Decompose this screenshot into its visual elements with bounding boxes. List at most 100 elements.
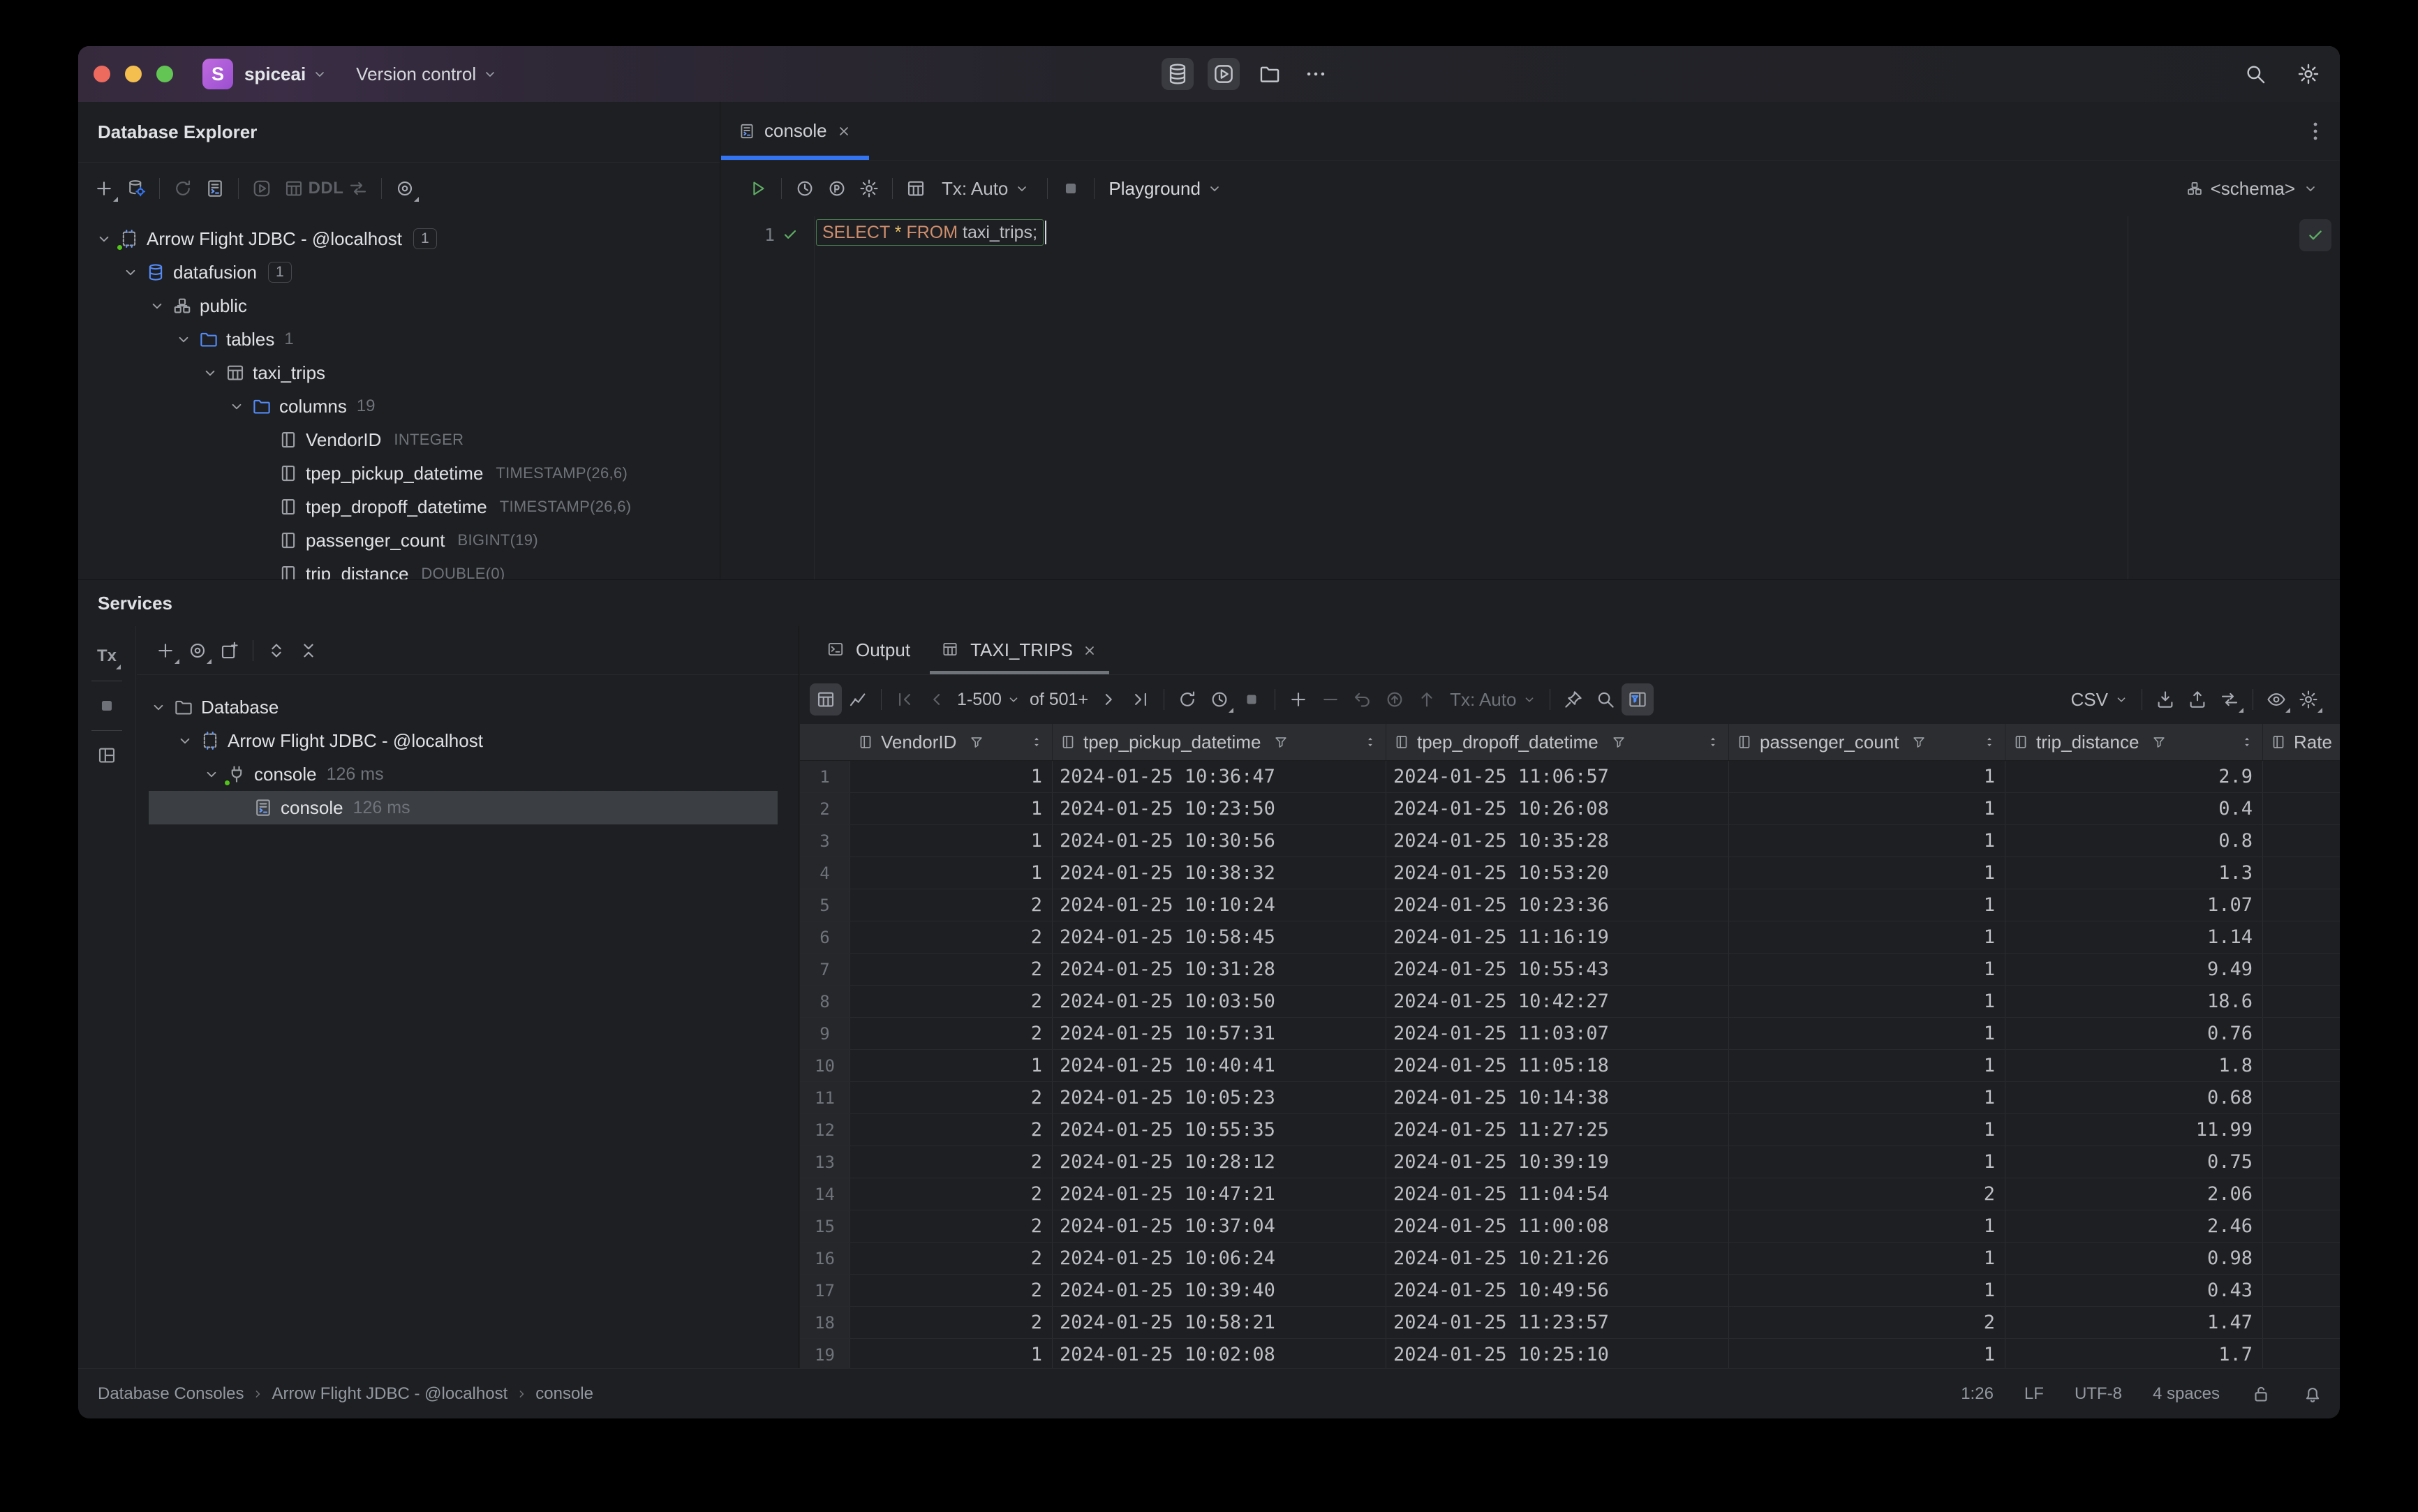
table-row[interactable]: 6 2 2024-01-25 10:58:45 2024-01-25 11:16:19…: [800, 921, 2340, 954]
table-cell[interactable]: 2: [850, 1082, 1053, 1113]
chevron-down-icon[interactable]: [228, 397, 246, 415]
new-console-button[interactable]: [199, 172, 231, 205]
table-cell[interactable]: 2024-01-25 10:31:28: [1053, 954, 1386, 985]
db-tree-item-columns[interactable]: columns 19: [78, 390, 720, 423]
table-cell[interactable]: 2024-01-25 10:58:45: [1053, 921, 1386, 953]
column-header-vendorid[interactable]: VendorID: [850, 724, 1053, 760]
table-cell[interactable]: 2.46: [2005, 1210, 2263, 1242]
table-cell[interactable]: 2.06: [2005, 1178, 2263, 1210]
table-cell[interactable]: 2024-01-25 11:03:07: [1386, 1018, 1729, 1049]
file-encoding[interactable]: UTF-8: [2075, 1384, 2122, 1404]
table-cell[interactable]: [2263, 986, 2340, 1017]
db-tree-item-public[interactable]: public: [78, 289, 720, 323]
table-cell[interactable]: 1: [1729, 1146, 2005, 1178]
project-logo[interactable]: S: [202, 59, 233, 89]
filter-funnel-icon[interactable]: [1273, 734, 1289, 750]
table-cell[interactable]: 1.14: [2005, 921, 2263, 953]
filter-funnel-icon[interactable]: [1611, 734, 1626, 750]
table-cell[interactable]: 1: [850, 857, 1053, 889]
stop-query-button[interactable]: [1236, 683, 1268, 716]
table-cell[interactable]: 2024-01-25 10:23:36: [1386, 889, 1729, 921]
tx-mode-selector[interactable]: Tx: Auto: [942, 178, 1030, 200]
tx-strip-button[interactable]: Tx: [91, 640, 123, 672]
table-cell[interactable]: 1: [850, 793, 1053, 824]
table-row[interactable]: 16 2 2024-01-25 10:06:24 2024-01-25 10:21:2…: [800, 1243, 2340, 1275]
expand-all-button[interactable]: [260, 635, 292, 667]
table-cell[interactable]: [2263, 825, 2340, 857]
close-icon[interactable]: [1081, 642, 1098, 659]
table-cell[interactable]: [2263, 1018, 2340, 1049]
layout-options-button[interactable]: [91, 739, 123, 771]
table-cell[interactable]: 1: [1729, 1243, 2005, 1274]
run-tool-button[interactable]: [1208, 58, 1240, 90]
page-range-selector[interactable]: 1-500: [957, 690, 1021, 710]
table-row[interactable]: 10 1 2024-01-25 10:40:41 2024-01-25 11:05:1…: [800, 1050, 2340, 1082]
table-cell[interactable]: 1: [850, 1050, 1053, 1081]
table-cell[interactable]: 2024-01-25 10:02:08: [1053, 1339, 1386, 1369]
close-window-button[interactable]: [94, 66, 110, 82]
view-options-button[interactable]: [181, 635, 214, 667]
table-cell[interactable]: 1: [1729, 1210, 2005, 1242]
version-control-menu[interactable]: Version control: [356, 64, 498, 85]
column-header-passenger_count[interactable]: passenger_count: [1729, 724, 2005, 760]
services-tree-item-database[interactable]: Database: [137, 690, 799, 724]
table-cell[interactable]: 0.4: [2005, 793, 2263, 824]
table-cell[interactable]: 2024-01-25 10:30:56: [1053, 825, 1386, 857]
import-data-button[interactable]: [2149, 683, 2181, 716]
db-tree-item-trip-distance[interactable]: trip_distance DOUBLE(0): [78, 557, 720, 579]
table-cell[interactable]: 2024-01-25 10:35:28: [1386, 825, 1729, 857]
stop-process-button[interactable]: [91, 690, 123, 722]
table-cell[interactable]: 1: [1729, 1018, 2005, 1049]
table-row[interactable]: 17 2 2024-01-25 10:39:40 2024-01-25 10:49:5…: [800, 1275, 2340, 1307]
stop-button[interactable]: [1055, 172, 1087, 205]
editor-body[interactable]: 1 SELECT * FROM taxi_trips;: [721, 216, 2340, 579]
table-cell[interactable]: 2024-01-25 10:23:50: [1053, 793, 1386, 824]
table-cell[interactable]: 2: [850, 1178, 1053, 1210]
find-in-grid-button[interactable]: [1589, 683, 1622, 716]
table-cell[interactable]: 2: [1729, 1307, 2005, 1338]
table-cell[interactable]: 2: [850, 1307, 1053, 1338]
pin-tab-button[interactable]: [1557, 683, 1589, 716]
table-cell[interactable]: 1: [1729, 1050, 2005, 1081]
delete-row-button[interactable]: [1314, 683, 1347, 716]
table-cell[interactable]: 1.8: [2005, 1050, 2263, 1081]
open-table-button[interactable]: [278, 172, 310, 205]
table-cell[interactable]: 2024-01-25 11:16:19: [1386, 921, 1729, 953]
chevron-down-icon[interactable]: [95, 230, 113, 248]
table-cell[interactable]: 1: [850, 825, 1053, 857]
services-tree-item-arrow-flight-jdbc-localhost[interactable]: Arrow Flight JDBC - @localhost: [137, 724, 799, 757]
table-cell[interactable]: 1: [1729, 986, 2005, 1017]
table-cell[interactable]: 1: [1729, 1114, 2005, 1146]
export-format-selector[interactable]: CSV: [2071, 689, 2129, 711]
caret-position[interactable]: 1:26: [1961, 1384, 1994, 1404]
zoom-window-button[interactable]: [156, 66, 173, 82]
table-cell[interactable]: 2024-01-25 11:27:25: [1386, 1114, 1729, 1146]
table-cell[interactable]: 2024-01-25 10:28:12: [1053, 1146, 1386, 1178]
project-files-button[interactable]: [1254, 58, 1286, 90]
filter-panel-button[interactable]: [1622, 683, 1654, 716]
database-tool-button[interactable]: [1162, 58, 1194, 90]
table-cell[interactable]: 1: [850, 761, 1053, 792]
table-cell[interactable]: 1.3: [2005, 857, 2263, 889]
table-row[interactable]: 14 2 2024-01-25 10:47:21 2024-01-25 11:04:5…: [800, 1178, 2340, 1210]
run-sql-script-button[interactable]: [246, 172, 278, 205]
table-cell[interactable]: [2263, 954, 2340, 985]
table-row[interactable]: 1 1 2024-01-25 10:36:47 2024-01-25 11:06:57…: [800, 761, 2340, 793]
table-cell[interactable]: 1: [1729, 793, 2005, 824]
sort-icon[interactable]: [1030, 735, 1044, 749]
table-cell[interactable]: 1: [1729, 761, 2005, 792]
table-cell[interactable]: 2024-01-25 10:58:21: [1053, 1307, 1386, 1338]
table-cell[interactable]: 2024-01-25 10:05:23: [1053, 1082, 1386, 1113]
breadcrumb-item[interactable]: Database Consoles: [98, 1384, 244, 1404]
db-tree-item-passenger-count[interactable]: passenger_count BIGINT(19): [78, 524, 720, 557]
table-cell[interactable]: 2: [850, 986, 1053, 1017]
add-service-button[interactable]: [149, 635, 181, 667]
results-tx-mode-selector[interactable]: Tx: Auto: [1450, 689, 1537, 711]
table-cell[interactable]: [2263, 1146, 2340, 1178]
tab-console[interactable]: console: [721, 102, 869, 160]
column-header-tpep_dropoff_datetime[interactable]: tpep_dropoff_datetime: [1386, 724, 1729, 760]
table-cell[interactable]: 0.98: [2005, 1243, 2263, 1274]
add-row-button[interactable]: [1282, 683, 1314, 716]
table-cell[interactable]: [2263, 857, 2340, 889]
compare-button[interactable]: [342, 172, 374, 205]
